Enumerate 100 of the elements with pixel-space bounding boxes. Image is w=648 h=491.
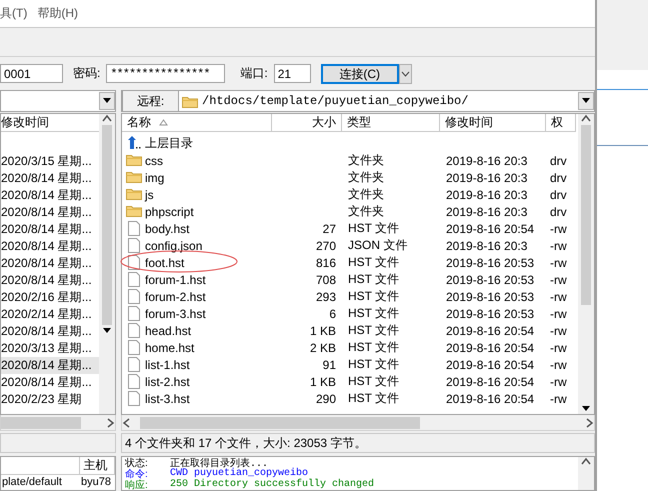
table-cell-text: 2019-8-16 20:54 xyxy=(445,358,536,372)
table-cell-text: 1 KB xyxy=(308,374,337,388)
log-label: 响应: xyxy=(124,478,149,490)
table-cell[interactable]: 2020/8/14 星期... xyxy=(1,238,99,255)
status-text: 4 个文件夹和 17 个文件，大小: 23053 字节。 xyxy=(125,434,366,452)
scroll-right-icon xyxy=(584,418,594,428)
scroll-right-icon xyxy=(105,418,115,428)
table-cell[interactable]: 2020/8/14 星期... xyxy=(1,272,99,289)
folder-icon xyxy=(126,187,142,202)
table-cell-text: HST 文件 xyxy=(347,220,400,237)
column-header[interactable] xyxy=(1,457,80,475)
column-header[interactable]: 名称 xyxy=(122,114,272,132)
table-cell[interactable]: 2020/2/23 星期 xyxy=(1,391,99,408)
local-path-dropdown[interactable] xyxy=(0,90,116,112)
file-name[interactable]: config.json xyxy=(145,238,202,252)
horizontal-scrollbar[interactable] xyxy=(121,415,595,431)
table-cell[interactable]: 2020/8/14 星期... xyxy=(1,255,99,272)
table-cell-text: 2019-8-16 20:3 xyxy=(445,188,528,202)
file-name[interactable]: css xyxy=(145,154,163,168)
log-label: 状态: xyxy=(124,457,149,468)
dropdown-button[interactable] xyxy=(398,64,412,84)
file-name[interactable]: list-2.hst xyxy=(145,374,190,388)
file-name[interactable]: forum-2.hst xyxy=(145,290,206,304)
table-cell-text: 2019-8-16 20:3 xyxy=(445,238,528,252)
scroll-up-icon xyxy=(581,457,591,467)
table-cell-text: 2019-8-16 20:53 xyxy=(445,256,536,270)
file-icon xyxy=(126,272,142,287)
scrollbar[interactable] xyxy=(578,114,594,414)
file-icon xyxy=(126,289,142,304)
horizontal-scrollbar[interactable] xyxy=(0,415,116,431)
table-cell[interactable]: 2020/8/14 星期... xyxy=(1,323,99,340)
path-dropdown[interactable]: /htdocs/template/puyuetian_copyweibo/ xyxy=(179,94,578,108)
scrollbar[interactable] xyxy=(99,114,115,414)
table-cell-text: 2019-8-16 20:54 xyxy=(445,222,536,236)
folder-icon xyxy=(126,204,142,219)
remote-label-button[interactable]: 远程: xyxy=(122,90,179,112)
file-name[interactable]: home.hst xyxy=(145,340,194,354)
table-cell-text: -rw xyxy=(549,290,568,304)
file-name[interactable]: list-3.hst xyxy=(145,392,190,406)
table-cell-text: HST 文件 xyxy=(347,288,400,305)
column-header[interactable]: 大小 xyxy=(272,114,342,132)
file-name[interactable]: img xyxy=(145,170,164,184)
table-cell-text: HST 文件 xyxy=(347,305,400,322)
table-cell-text: -rw xyxy=(549,256,568,270)
table-cell[interactable]: 2020/8/14 星期... xyxy=(1,187,99,204)
table-cell-text: 2019-8-16 20:54 xyxy=(445,324,536,338)
menu-item[interactable]: 具(T) xyxy=(0,5,28,22)
menu-item[interactable]: 帮助(H) xyxy=(37,5,78,22)
username-field[interactable]: 0001 xyxy=(0,64,63,83)
connect-button[interactable]: 连接(C) xyxy=(320,64,399,84)
file-icon xyxy=(126,391,142,406)
table-cell[interactable]: 2020/3/15 星期... xyxy=(1,153,99,170)
file-name[interactable]: 上层目录 xyxy=(145,135,193,152)
table-cell-text: 2019-8-16 20:53 xyxy=(445,272,536,286)
file-name[interactable]: phpscript xyxy=(145,204,194,218)
table-cell-text: -rw xyxy=(549,238,568,252)
password-label: 密码: xyxy=(73,65,100,82)
up-arrow-icon xyxy=(126,136,142,151)
log-message: CWD puyuetian_copyweibo xyxy=(170,468,308,479)
port-label: 端口: xyxy=(240,65,268,82)
table-cell-text: drv xyxy=(549,188,568,202)
folder-icon xyxy=(182,94,198,108)
table-cell-text: 1 KB xyxy=(308,324,337,338)
file-name[interactable]: forum-1.hst xyxy=(145,272,206,286)
table-cell-text: 文件夹 xyxy=(347,152,385,169)
column-header[interactable]: 权 xyxy=(546,114,576,132)
port-field[interactable]: 21 xyxy=(274,64,311,83)
scroll-left-icon xyxy=(122,418,132,428)
table-cell-text: -rw xyxy=(549,358,568,372)
table-cell-text: drv xyxy=(549,204,568,218)
file-name[interactable]: js xyxy=(145,188,154,202)
table-cell-text: 270 xyxy=(314,238,337,252)
file-icon xyxy=(126,374,142,389)
table-cell-text: drv xyxy=(549,154,568,168)
table-cell[interactable]: 2020/3/13 星期... xyxy=(1,340,99,357)
scrollbar[interactable] xyxy=(578,457,594,490)
file-name[interactable]: list-1.hst xyxy=(145,358,190,372)
table-cell-text: 2019-8-16 20:54 xyxy=(445,392,536,406)
password-field[interactable]: **************** xyxy=(106,64,226,83)
table-cell-text: -rw xyxy=(549,374,568,388)
table-cell-text: 2019-8-16 20:3 xyxy=(445,170,528,184)
table-cell-text: 27 xyxy=(322,222,337,236)
table-cell-text: HST 文件 xyxy=(347,390,400,407)
table-cell[interactable]: 2020/8/14 星期... xyxy=(1,357,99,374)
table-cell[interactable]: 2020/8/14 星期... xyxy=(1,221,99,238)
file-name[interactable]: body.hst xyxy=(145,222,190,236)
table-cell-text: -rw xyxy=(549,340,568,354)
table-cell[interactable]: 2020/2/16 星期... xyxy=(1,289,99,306)
table-cell-text: 816 xyxy=(314,256,337,270)
file-name[interactable]: forum-3.hst xyxy=(145,306,206,320)
column-header[interactable]: 主机 xyxy=(80,457,115,475)
table-cell[interactable]: 2020/2/14 星期... xyxy=(1,306,99,323)
table-cell[interactable]: 2020/8/14 星期... xyxy=(1,170,99,187)
table-cell[interactable]: 2020/8/14 星期... xyxy=(1,204,99,221)
column-header[interactable]: 类型 xyxy=(342,114,440,132)
file-icon xyxy=(126,323,142,338)
column-header[interactable]: 修改时间 xyxy=(440,114,546,132)
file-name[interactable]: head.hst xyxy=(145,324,192,338)
table-cell[interactable]: 2020/8/14 星期... xyxy=(1,374,99,391)
table-cell-text: 2019-8-16 20:3 xyxy=(445,154,528,168)
